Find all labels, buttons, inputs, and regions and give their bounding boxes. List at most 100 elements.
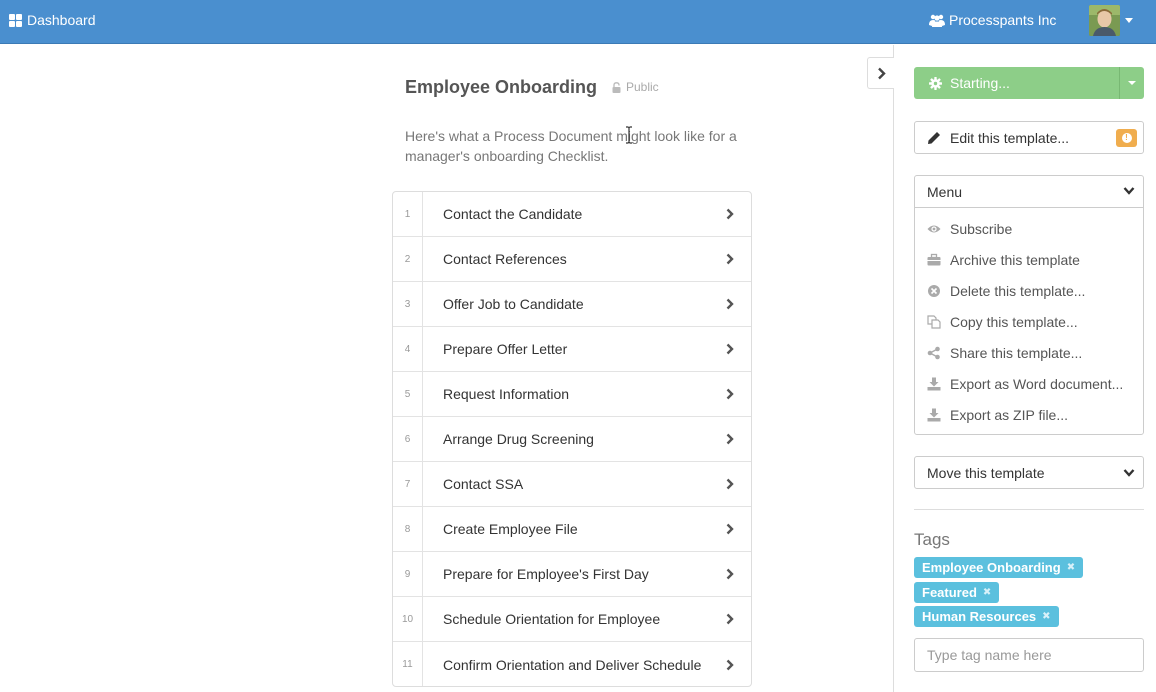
chevron-right-icon xyxy=(726,478,734,490)
chevron-right-icon xyxy=(726,343,734,355)
eye-icon xyxy=(927,225,941,232)
step-number: 9 xyxy=(393,552,423,596)
step-title: Arrange Drug Screening xyxy=(443,431,594,447)
caret-down-icon xyxy=(1128,81,1136,85)
step-item[interactable]: 8 Create Employee File xyxy=(393,507,751,552)
menu-toggle[interactable]: Menu xyxy=(915,176,1143,208)
user-avatar[interactable] xyxy=(1089,5,1120,36)
remove-tag-icon[interactable]: ✖ xyxy=(1042,611,1050,622)
tag-name-input[interactable] xyxy=(914,638,1144,672)
menu-item-share[interactable]: Share this template... xyxy=(915,337,1143,368)
exclamation-icon: ! xyxy=(1121,133,1132,143)
step-title: Contact SSA xyxy=(443,476,524,492)
chevron-right-icon xyxy=(726,253,734,265)
step-title: Confirm Orientation and Deliver Schedule xyxy=(443,656,702,673)
chevron-right-icon xyxy=(726,613,734,625)
chevron-right-icon xyxy=(726,523,734,535)
step-number: 1 xyxy=(393,192,423,236)
tag-label: Featured xyxy=(922,585,977,600)
menu-item-label: Archive this template xyxy=(950,251,1080,268)
step-item[interactable]: 10 Schedule Orientation for Employee xyxy=(393,597,751,642)
step-number: 8 xyxy=(393,507,423,551)
step-item[interactable]: 6 Arrange Drug Screening xyxy=(393,417,751,462)
step-title: Contact the Candidate xyxy=(443,206,583,222)
start-options-dropdown[interactable] xyxy=(1119,67,1144,99)
pencil-icon xyxy=(928,131,940,144)
step-item[interactable]: 11 Confirm Orientation and Deliver Sched… xyxy=(393,642,751,686)
remove-tag-icon[interactable]: ✖ xyxy=(983,587,991,598)
tags-heading: Tags xyxy=(914,530,950,549)
edit-template-button[interactable]: Edit this template... ! xyxy=(914,121,1144,154)
step-title: Prepare Offer Letter xyxy=(443,341,568,357)
copy-icon xyxy=(927,314,941,329)
tag-featured: Featured ✖ xyxy=(914,582,1000,603)
section-divider xyxy=(914,509,1144,510)
briefcase-icon xyxy=(927,253,941,265)
step-title: Schedule Orientation for Employee xyxy=(443,611,661,627)
menu-item-subscribe[interactable]: Subscribe xyxy=(915,213,1143,244)
step-title: Offer Job to Candidate xyxy=(443,296,584,312)
step-number: 4 xyxy=(393,327,423,371)
menu-label: Menu xyxy=(927,183,963,200)
menu-item-label: Share this template... xyxy=(950,344,1083,361)
chevron-right-icon xyxy=(877,67,886,79)
step-title: Contact References xyxy=(443,251,567,267)
warning-badge: ! xyxy=(1116,129,1137,147)
dashboard-link[interactable]: Dashboard xyxy=(9,12,96,28)
step-number: 5 xyxy=(393,372,423,416)
menu-item-export-zip[interactable]: Export as ZIP file... xyxy=(915,399,1143,430)
dashboard-grid-icon xyxy=(9,13,22,27)
step-number: 7 xyxy=(393,462,423,506)
menu-item-export-word[interactable]: Export as Word document... xyxy=(915,368,1143,399)
step-item[interactable]: 4 Prepare Offer Letter xyxy=(393,327,751,372)
chevron-down-icon xyxy=(1123,187,1135,195)
start-label: Starting... xyxy=(950,75,1010,91)
step-number: 2 xyxy=(393,237,423,281)
organization-link[interactable]: Processpants Inc xyxy=(929,12,1056,28)
dashboard-label: Dashboard xyxy=(27,12,96,28)
chevron-right-icon xyxy=(726,208,734,220)
remove-tag-icon[interactable]: ✖ xyxy=(1067,562,1075,573)
step-item[interactable]: 7 Contact SSA xyxy=(393,462,751,507)
menu-item-delete[interactable]: Delete this template... xyxy=(915,275,1143,306)
document-description: Here's what a Process Document might loo… xyxy=(405,128,737,164)
step-title: Request Information xyxy=(443,386,570,402)
menu-item-label: Subscribe xyxy=(950,220,1013,237)
move-template-label: Move this template xyxy=(927,464,1045,481)
download-icon xyxy=(927,377,941,390)
sidebar-toggle-button[interactable] xyxy=(867,57,894,89)
tag-human-resources: Human Resources ✖ xyxy=(914,606,1059,627)
sidebar-divider xyxy=(893,45,894,692)
users-icon xyxy=(929,14,945,27)
user-menu-caret-icon[interactable] xyxy=(1125,18,1133,23)
move-template-dropdown[interactable]: Move this template xyxy=(914,456,1144,489)
actions-menu: Menu Subscribe Archive this template Del… xyxy=(914,175,1144,435)
organization-name: Processpants Inc xyxy=(949,12,1057,28)
start-button[interactable]: Starting... xyxy=(914,67,1119,99)
visibility-badge: Public xyxy=(612,80,659,94)
step-item[interactable]: 1 Contact the Candidate xyxy=(393,192,751,237)
step-number: 3 xyxy=(393,282,423,326)
tag-label: Employee Onboarding xyxy=(922,560,1061,575)
step-number: 11 xyxy=(393,642,423,686)
avatar-photo xyxy=(1089,5,1120,36)
menu-item-copy[interactable]: Copy this template... xyxy=(915,306,1143,337)
chevron-right-icon xyxy=(726,388,734,400)
menu-item-label: Export as Word document... xyxy=(950,375,1124,392)
gear-icon xyxy=(929,76,942,90)
step-item[interactable]: 5 Request Information xyxy=(393,372,751,417)
step-item[interactable]: 3 Offer Job to Candidate xyxy=(393,282,751,327)
menu-item-archive[interactable]: Archive this template xyxy=(915,244,1143,275)
menu-item-label: Export as ZIP file... xyxy=(950,406,1069,423)
unlock-icon xyxy=(612,81,621,93)
edit-template-label: Edit this template... xyxy=(950,129,1070,146)
chevron-right-icon xyxy=(726,433,734,445)
chevron-right-icon xyxy=(726,298,734,310)
share-icon xyxy=(927,346,940,359)
top-navbar: Dashboard Processpants Inc xyxy=(0,0,1156,44)
text-cursor-icon xyxy=(626,126,632,144)
step-item[interactable]: 2 Contact References xyxy=(393,237,751,282)
visibility-label: Public xyxy=(626,80,659,94)
step-item[interactable]: 9 Prepare for Employee's First Day xyxy=(393,552,751,597)
delete-circle-icon xyxy=(928,284,940,297)
